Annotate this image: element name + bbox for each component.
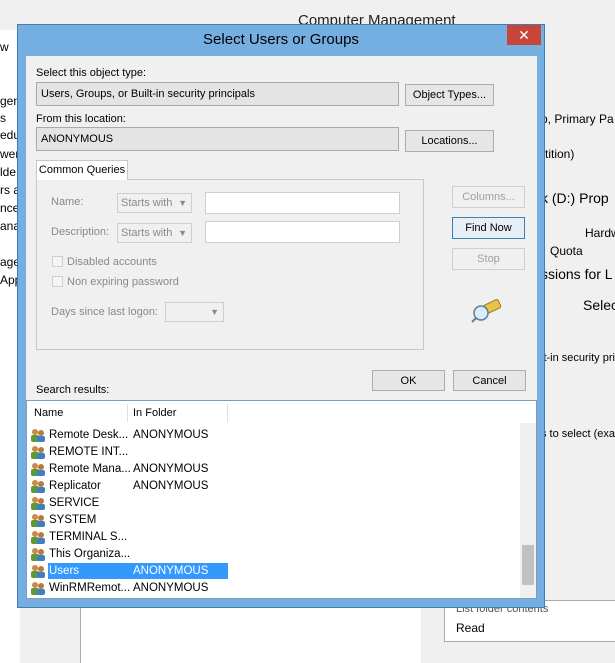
background-tab-hardware[interactable]: Hardw — [585, 226, 615, 240]
tab-common-queries[interactable]: Common Queries — [36, 160, 128, 180]
row-name: TERMINAL S... — [49, 531, 128, 543]
table-row[interactable]: Remote Mana... ANONYMOUS — [30, 461, 520, 478]
location-label: From this location: — [36, 113, 126, 125]
table-row[interactable]: Replicator ANONYMOUS — [30, 478, 520, 495]
table-row[interactable]: WinRMRemot... ANONYMOUS — [30, 580, 520, 597]
table-row[interactable]: This Organiza... — [30, 546, 520, 563]
object-types-button[interactable]: Object Types... — [405, 84, 494, 106]
row-name: SYSTEM — [49, 514, 97, 526]
background-bottom-pane — [80, 608, 421, 663]
background-select-title: Selec — [583, 297, 615, 313]
row-name: Users — [49, 565, 80, 577]
row-name: Replicator — [49, 480, 101, 492]
user-group-icon — [30, 547, 46, 562]
row-folder: ANONYMOUS — [133, 480, 209, 492]
column-header-name[interactable]: Name — [34, 404, 63, 422]
description-input[interactable] — [205, 221, 400, 243]
table-row[interactable]: SYSTEM — [30, 512, 520, 529]
column-separator[interactable] — [127, 404, 128, 422]
table-row[interactable]: REMOTE INT... — [30, 444, 520, 461]
user-group-icon — [30, 428, 46, 443]
chevron-down-icon: ▼ — [178, 198, 187, 208]
row-folder: ANONYMOUS — [133, 463, 209, 475]
background-enter-names-text: s to select (exa — [541, 428, 615, 440]
user-group-icon — [30, 496, 46, 511]
row-folder: ANONYMOUS — [133, 429, 209, 441]
table-row[interactable]: TERMINAL S... — [30, 529, 520, 546]
name-match-value: Starts with — [121, 197, 173, 209]
row-name: Remote Desk... — [49, 429, 129, 441]
user-group-icon — [30, 564, 46, 579]
stop-button[interactable]: Stop — [452, 248, 525, 270]
background-tree-item: w — [0, 40, 9, 54]
results-scrollbar-thumb[interactable] — [522, 545, 534, 585]
description-label: Description: — [51, 226, 110, 238]
background-properties-title: k (D:) Prop — [541, 190, 609, 206]
chevron-down-icon: ▼ — [210, 307, 219, 317]
ok-button[interactable]: OK — [372, 370, 445, 391]
disabled-accounts-checkbox[interactable] — [52, 256, 63, 267]
column-header-in-folder[interactable]: In Folder — [133, 404, 176, 422]
object-type-field: Users, Groups, or Built-in security prin… — [36, 82, 399, 106]
table-row[interactable]: Remote Desk... ANONYMOUS — [30, 427, 520, 444]
row-folder: ANONYMOUS — [133, 565, 209, 577]
background-permission-item: Read — [456, 621, 485, 635]
user-group-icon — [30, 462, 46, 477]
location-field: ANONYMOUS — [36, 127, 399, 151]
description-match-value: Starts with — [121, 227, 173, 239]
cancel-button[interactable]: Cancel — [453, 370, 526, 391]
user-group-icon — [30, 513, 46, 528]
row-name: WinRMRemot... — [49, 582, 131, 594]
dialog-title: Select Users or Groups — [203, 31, 359, 48]
object-type-label: Select this object type: — [36, 67, 147, 79]
find-now-button[interactable]: Find Now — [452, 217, 525, 239]
non-expiring-checkbox[interactable] — [52, 276, 63, 287]
background-object-type-text: lt-in security princi — [541, 352, 615, 364]
chevron-down-icon: ▼ — [178, 228, 187, 238]
background-permissions-text: ssions for L — [541, 266, 613, 282]
disabled-accounts-label: Disabled accounts — [67, 256, 157, 268]
row-name: REMOTE INT... — [49, 446, 129, 458]
columns-button[interactable]: Columns... — [452, 186, 525, 208]
description-match-combo[interactable]: Starts with ▼ — [117, 223, 192, 243]
days-since-logon-combo[interactable]: ▼ — [165, 302, 224, 322]
user-group-icon — [30, 445, 46, 460]
days-since-logon-label: Days since last logon: — [51, 306, 158, 318]
row-name: This Organiza... — [49, 548, 131, 560]
row-name: SERVICE — [49, 497, 100, 509]
background-properties-text: p, Primary Pa — [541, 112, 614, 126]
name-label: Name: — [51, 196, 84, 208]
table-row[interactable]: SERVICE — [30, 495, 520, 512]
user-group-icon — [30, 530, 46, 545]
name-input[interactable] — [205, 192, 400, 214]
close-button[interactable]: ✕ — [507, 25, 541, 45]
close-icon: ✕ — [518, 27, 530, 43]
search-flashlight-icon — [470, 296, 506, 324]
background-tree-item: s — [0, 111, 6, 125]
background-tab-quota[interactable]: Quota — [550, 244, 583, 258]
row-name: Remote Mana... — [49, 463, 131, 475]
search-results-label: Search results: — [36, 384, 110, 396]
row-folder: ANONYMOUS — [133, 582, 209, 594]
background-tree-item: lde — [0, 165, 17, 179]
table-row[interactable]: Users ANONYMOUS — [30, 563, 520, 580]
background-properties-text: rtition) — [541, 147, 575, 161]
column-separator[interactable] — [227, 404, 228, 422]
name-match-combo[interactable]: Starts with ▼ — [117, 193, 192, 213]
locations-button[interactable]: Locations... — [405, 130, 494, 152]
user-group-icon — [30, 479, 46, 494]
non-expiring-label: Non expiring password — [67, 276, 179, 288]
user-group-icon — [30, 581, 46, 596]
